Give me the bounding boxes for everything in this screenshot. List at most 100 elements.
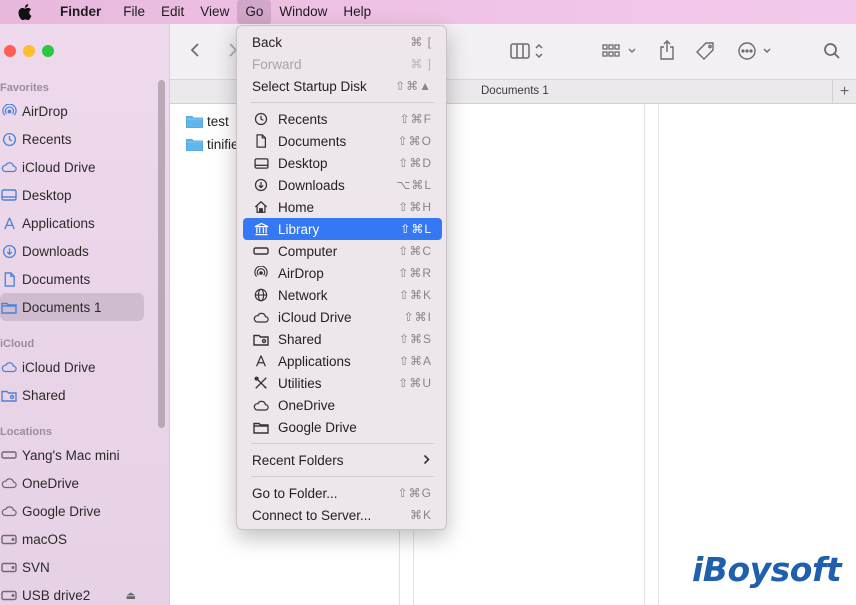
sidebar-item-label: Applications: [22, 215, 95, 231]
menu-item-computer[interactable]: Computer ⇧⌘C: [243, 240, 442, 262]
applications-icon: [253, 353, 269, 369]
sidebar-item-label: SVN: [22, 559, 50, 575]
zoom-window-button[interactable]: [42, 45, 54, 57]
sidebar-scrollbar[interactable]: [158, 80, 165, 428]
menu-shortcut: ⌥⌘L: [396, 178, 432, 192]
menu-shortcut: ⇧⌘I: [403, 310, 432, 324]
sidebar-section-favorites: Favorites: [0, 82, 49, 94]
sidebar-item-documents-1[interactable]: Documents 1: [0, 293, 144, 321]
menu-help[interactable]: Help: [335, 0, 379, 24]
sidebar-item-usb-drive2[interactable]: USB drive2 ⏏: [0, 581, 144, 605]
menu-item-applications[interactable]: Applications ⇧⌘A: [243, 350, 442, 372]
sidebar-item-label: macOS: [22, 531, 68, 547]
menu-item-shared[interactable]: Shared ⇧⌘S: [243, 328, 442, 350]
menu-item-recent-folders[interactable]: Recent Folders: [243, 449, 442, 471]
sidebar-item-svn[interactable]: SVN: [0, 553, 144, 581]
sidebar-item-desktop[interactable]: Desktop: [0, 181, 144, 209]
share-icon[interactable]: [659, 40, 675, 60]
menu-shortcut: ⇧⌘C: [398, 244, 432, 258]
sidebar-item-shared[interactable]: Shared: [0, 381, 144, 409]
sidebar-item-icloud-drive[interactable]: iCloud Drive: [0, 153, 144, 181]
document-icon: [1, 271, 17, 287]
apple-menu-icon[interactable]: [14, 4, 36, 20]
menu-shortcut: ⇧⌘K: [398, 288, 432, 302]
menu-edit[interactable]: Edit: [153, 0, 192, 24]
sidebar-item-icloud-drive-2[interactable]: iCloud Drive: [0, 353, 144, 381]
menu-shortcut: ⇧⌘A: [398, 354, 432, 368]
menu-shortcut: ⇧⌘S: [398, 332, 432, 346]
menu-item-select-startup-disk[interactable]: Select Startup Disk ⇧⌘▲: [243, 75, 442, 97]
sidebar-item-macos[interactable]: macOS: [0, 525, 144, 553]
folder-icon: [186, 116, 203, 128]
menu-item-utilities[interactable]: Utilities ⇧⌘U: [243, 372, 442, 394]
menu-shortcut: ⇧⌘H: [398, 200, 432, 214]
file-item[interactable]: tinifie: [186, 137, 239, 152]
sidebar-item-label: Downloads: [22, 243, 89, 259]
sidebar-item-label: Desktop: [22, 187, 72, 203]
menu-item-label: Recents: [278, 111, 328, 127]
tag-icon[interactable]: [696, 41, 716, 61]
menu-shortcut: ⇧⌘G: [397, 486, 432, 500]
menu-item-recents[interactable]: Recents ⇧⌘F: [243, 108, 442, 130]
file-item[interactable]: test: [186, 114, 229, 129]
tab-title[interactable]: Documents 1: [481, 85, 549, 97]
menu-file[interactable]: File: [115, 0, 153, 24]
menu-item-label: Forward: [252, 56, 302, 72]
menu-item-connect-to-server[interactable]: Connect to Server... ⌘K: [243, 504, 442, 526]
sidebar-item-airdrop[interactable]: AirDrop: [0, 97, 144, 125]
menu-item-go-to-folder[interactable]: Go to Folder... ⇧⌘G: [243, 482, 442, 504]
menu-item-airdrop[interactable]: AirDrop ⇧⌘R: [243, 262, 442, 284]
add-tab-button[interactable]: +: [832, 80, 856, 104]
more-actions-icon[interactable]: [737, 41, 775, 61]
menu-window[interactable]: Window: [271, 0, 335, 24]
menu-item-library[interactable]: Library ⇧⌘L: [243, 218, 442, 240]
group-icon[interactable]: [602, 42, 640, 60]
sidebar-item-downloads[interactable]: Downloads: [0, 237, 144, 265]
menu-item-downloads[interactable]: Downloads ⌥⌘L: [243, 174, 442, 196]
eject-icon[interactable]: ⏏: [126, 589, 136, 602]
menu-item-network[interactable]: Network ⇧⌘K: [243, 284, 442, 306]
menu-item-label: Applications: [278, 353, 351, 369]
download-icon: [1, 243, 17, 259]
column-divider: [658, 104, 659, 605]
menu-app-finder[interactable]: Finder: [52, 0, 109, 24]
menu-item-label: Go to Folder...: [252, 485, 338, 501]
sidebar-item-documents[interactable]: Documents: [0, 265, 144, 293]
computer-icon: [1, 447, 17, 463]
menu-item-icloud-drive[interactable]: iCloud Drive ⇧⌘I: [243, 306, 442, 328]
menu-shortcut: ⇧⌘L: [400, 222, 432, 236]
close-window-button[interactable]: [4, 45, 16, 57]
minimize-window-button[interactable]: [23, 45, 35, 57]
sidebar-item-applications[interactable]: Applications: [0, 209, 144, 237]
menu-item-google-drive[interactable]: Google Drive: [243, 416, 442, 438]
sidebar-item-label: AirDrop: [22, 103, 68, 119]
menu-go[interactable]: Go: [237, 0, 272, 24]
clock-icon: [253, 111, 269, 127]
menu-item-onedrive[interactable]: OneDrive: [243, 394, 442, 416]
menu-item-desktop[interactable]: Desktop ⇧⌘D: [243, 152, 442, 174]
sidebar-item-onedrive[interactable]: OneDrive: [0, 469, 144, 497]
menu-view[interactable]: View: [192, 0, 237, 24]
back-icon[interactable]: [190, 42, 200, 58]
shared-folder-icon: [1, 387, 17, 403]
menu-item-home[interactable]: Home ⇧⌘H: [243, 196, 442, 218]
disk-icon: [1, 587, 17, 603]
menu-item-label: Desktop: [278, 155, 328, 171]
sidebar-item-mac-mini[interactable]: Yang's Mac mini: [0, 441, 144, 469]
menu-shortcut: ⇧⌘▲: [395, 79, 432, 93]
file-name: tinifie: [207, 137, 239, 152]
menu-item-documents[interactable]: Documents ⇧⌘O: [243, 130, 442, 152]
applications-icon: [1, 215, 17, 231]
search-icon[interactable]: [823, 42, 841, 60]
column-view-icon[interactable]: [509, 42, 547, 60]
menu-item-label: Utilities: [278, 375, 322, 391]
menu-item-back[interactable]: Back ⌘ [: [243, 31, 442, 53]
menu-separator: [251, 476, 434, 477]
sidebar-item-label: iCloud Drive: [22, 159, 96, 175]
folder-icon: [253, 419, 269, 435]
sidebar-item-google-drive[interactable]: Google Drive: [0, 497, 144, 525]
menu-item-label: Downloads: [278, 177, 345, 193]
sidebar-section-locations: Locations: [0, 426, 52, 438]
sidebar-item-recents[interactable]: Recents: [0, 125, 144, 153]
folder-icon: [186, 139, 203, 151]
